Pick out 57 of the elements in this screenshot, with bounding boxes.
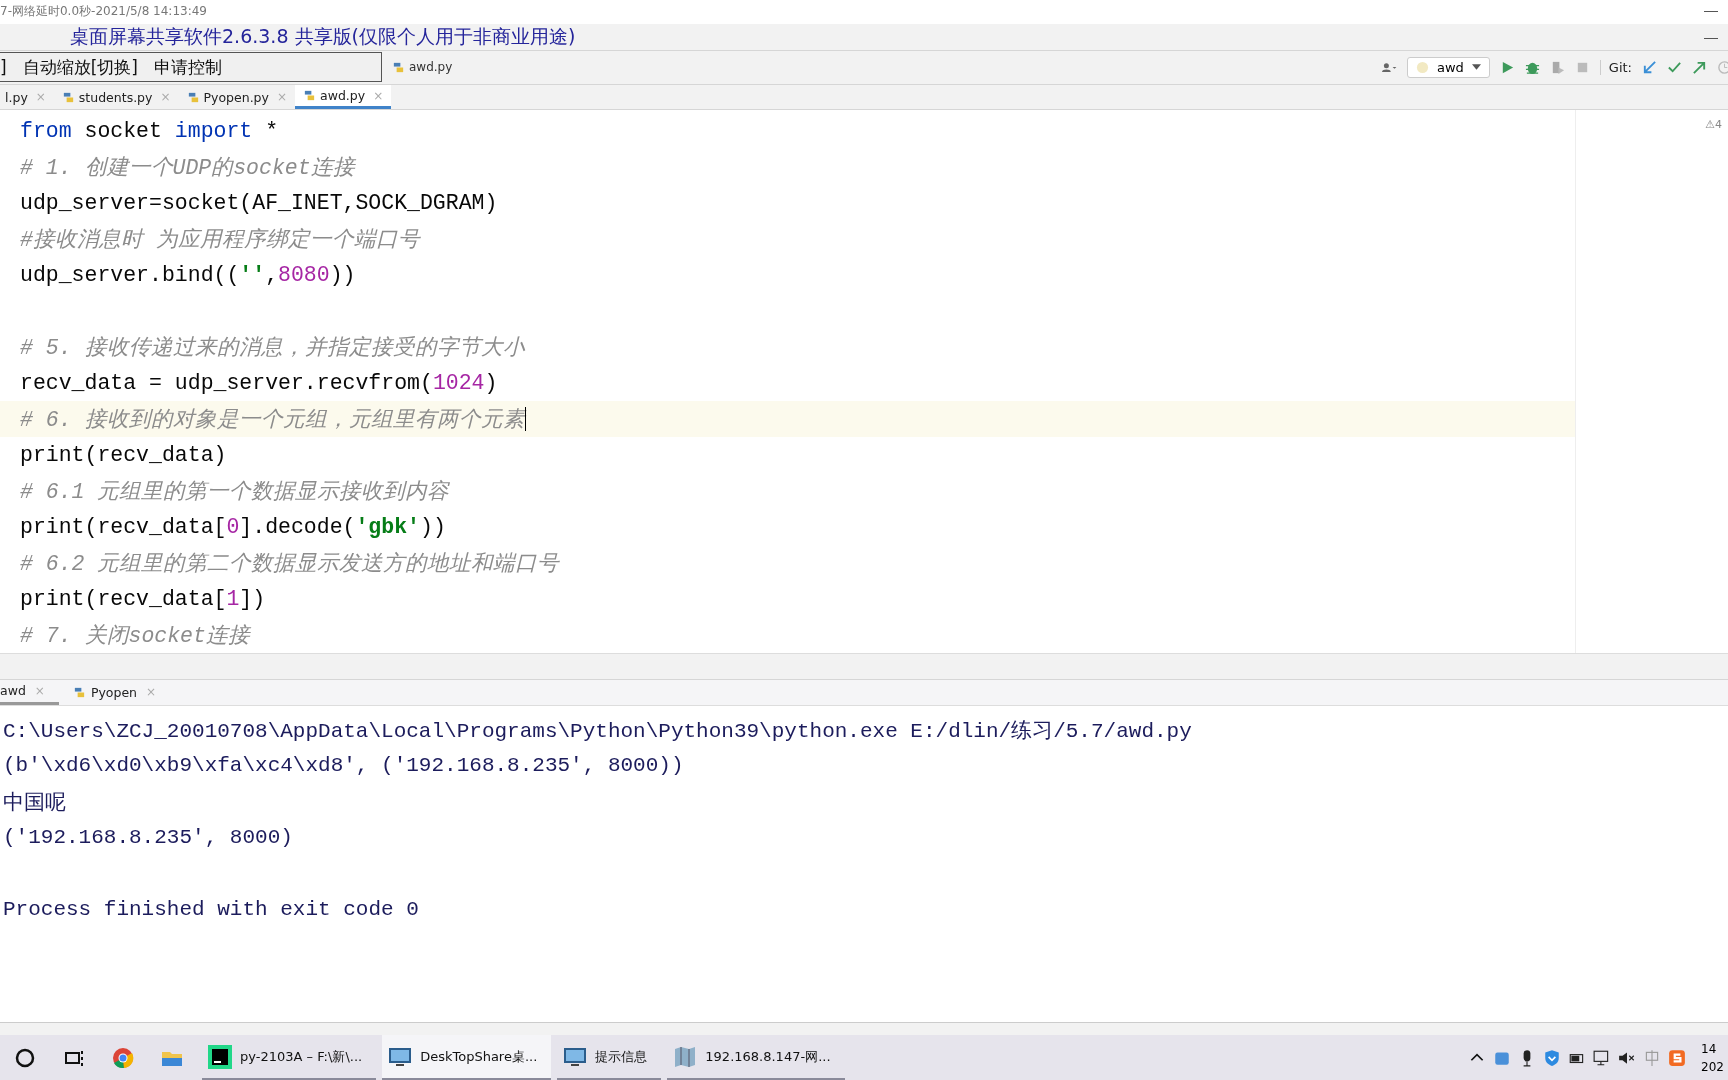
file-tab[interactable]: students.py × — [53, 85, 179, 109]
code-line: print(recv_data[1]) — [19, 585, 267, 613]
code-line: print(recv_data) — [19, 441, 228, 469]
file-tab[interactable]: l.py × — [0, 85, 54, 109]
ide-icon — [208, 1044, 232, 1069]
browser-icon[interactable] — [111, 1045, 135, 1070]
python-file-icon — [61, 90, 75, 104]
console-line: 中国呢 — [3, 790, 66, 816]
arrow-icon[interactable] — [1642, 59, 1657, 75]
git-label: Git: — [1599, 59, 1632, 75]
clock-icon[interactable] — [1717, 59, 1728, 75]
minimize-icon[interactable] — [1704, 37, 1718, 39]
menu-item[interactable]: ] — [0, 57, 7, 78]
console-line: ('192.168.8.235', 8000) — [3, 826, 293, 850]
clock-text[interactable]: 202 — [1701, 1057, 1724, 1076]
console-line: Process finished with exit code 0 — [3, 898, 419, 922]
run-tab[interactable]: Pyopen × — [72, 679, 171, 705]
code-line: # 5. 接收传递过来的消息，并指定接受的字节大小 — [19, 335, 526, 363]
code-line: # 6.1 元组里的第一个数据显示接收到内容 — [19, 479, 451, 507]
arrow-icon[interactable] — [1692, 59, 1707, 75]
code-line: # 6.2 元组里的第二个数据显示发送方的地址和端口号 — [19, 551, 561, 579]
taskbar-app[interactable]: py-2103A – F:\新\... — [202, 1035, 377, 1080]
taskbar-app[interactable]: 192.168.8.147-网... — [667, 1035, 845, 1080]
code-line: # 7. 关闭socket连接 — [19, 623, 252, 651]
connection-status: 7-网络延时0.0秒-2021/5/8 14:13:49 — [0, 3, 207, 21]
menu-item[interactable]: 自动缩放[切换] — [22, 55, 138, 79]
check-icon[interactable] — [1667, 59, 1682, 75]
python-icon — [1415, 60, 1429, 74]
code-line: udp_server.bind(('',8080)) — [19, 261, 357, 289]
taskbar-app[interactable]: DeskTopShare桌... — [382, 1035, 552, 1080]
caret-icon — [1471, 64, 1481, 71]
code-line: #接收消息时 为应用程序绑定一个端口号 — [19, 227, 422, 255]
file-tab[interactable]: Pyopen.py × — [178, 85, 295, 109]
python-file-icon — [303, 89, 316, 103]
file-tab[interactable]: awd.py × — [295, 85, 392, 109]
console-line: (b'\xd6\xd0\xb9\xfa\xc4\xd8', ('192.168.8.235', 8000)) — [3, 754, 684, 778]
menu-item[interactable]: 申请控制 — [153, 55, 222, 79]
code-line: print(recv_data[0].decode('gbk')) — [19, 513, 447, 541]
console-line: C:\Users\ZCJ_20010708\AppData\Local\Programs\Python\Python39\python.exe E:/dlin/练习/5.7/awd.py — [3, 718, 1192, 744]
minimize-icon[interactable] — [1704, 11, 1718, 13]
sogou-icon[interactable] — [1668, 1048, 1687, 1067]
shield-icon[interactable] — [1543, 1048, 1562, 1067]
python-file-icon — [392, 60, 405, 74]
code-line: from socket import * — [19, 117, 280, 145]
python-file-icon — [186, 90, 200, 104]
python-file-icon — [72, 685, 86, 699]
warning-count[interactable]: ⚠4 — [1705, 117, 1722, 132]
clock-text[interactable]: 14 — [1701, 1039, 1724, 1058]
run-tab[interactable]: awd × — [0, 679, 59, 705]
breadcrumb-item[interactable]: awd.py — [409, 60, 453, 75]
taskbar-app[interactable]: 提示信息 — [557, 1035, 662, 1080]
map-icon — [673, 1044, 698, 1069]
code-line: # 1. 创建一个UDP的socket连接 — [19, 155, 357, 183]
window-title: 桌面屏幕共享软件2.6.3.8 共享版(仅限个人用于非商业用途) — [70, 23, 576, 49]
code-line: recv_data = udp_server.recvfrom(1024) — [19, 369, 499, 397]
run-config-dropdown[interactable]: awd — [1406, 56, 1490, 78]
code-line: udp_server=socket(AF_INET,SOCK_DGRAM) — [19, 189, 499, 217]
